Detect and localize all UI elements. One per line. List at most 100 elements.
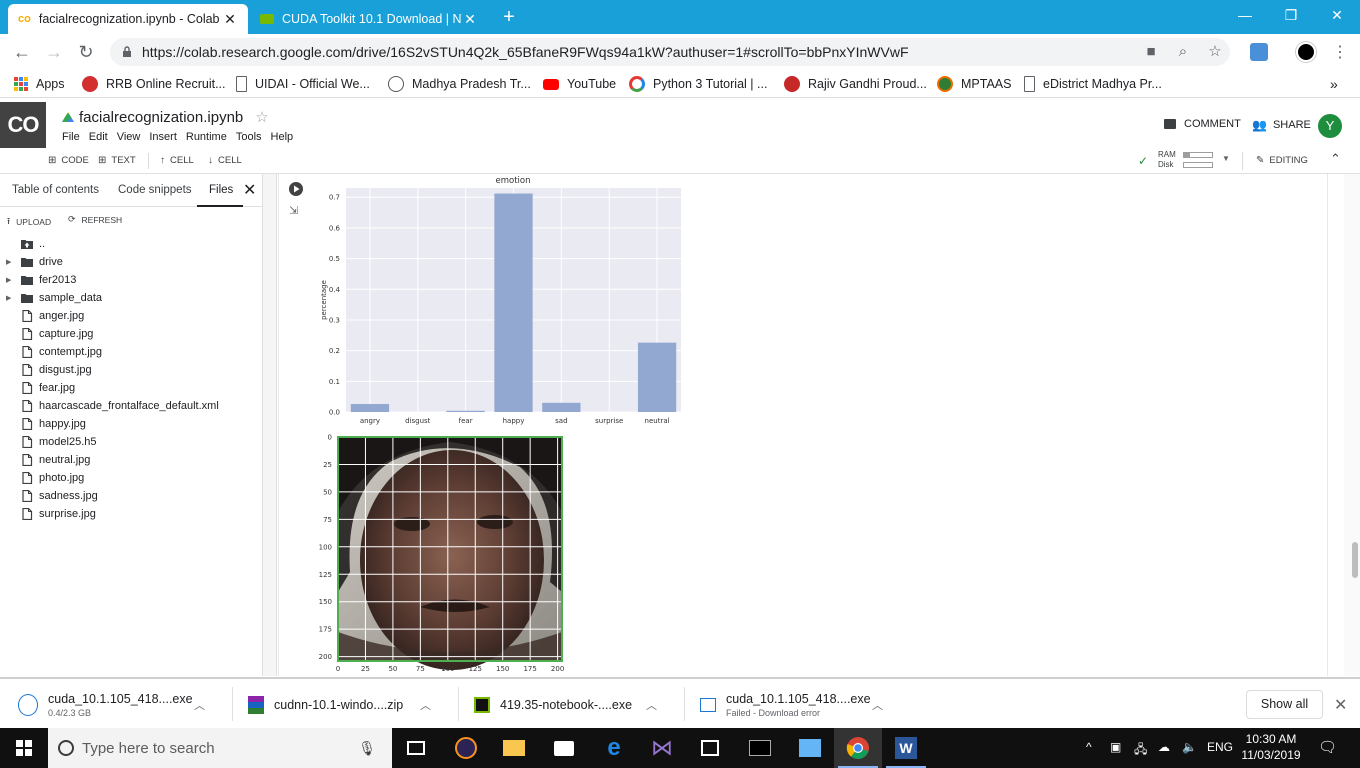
file-row[interactable]: surprise.jpg <box>0 505 262 523</box>
menu-tools[interactable]: Tools <box>236 131 262 143</box>
bookmark-uidai[interactable]: UIDAI - Official We... <box>236 75 370 93</box>
tab-files[interactable]: Files <box>209 184 233 196</box>
file-row[interactable]: neutral.jpg <box>0 451 262 469</box>
runtime-dropdown-icon[interactable]: ▼ <box>1222 154 1230 163</box>
tray-chevron-icon[interactable]: ^ <box>1086 740 1092 754</box>
menu-edit[interactable]: Edit <box>89 131 108 143</box>
profile-avatar[interactable] <box>1296 42 1316 62</box>
expand-caret-icon[interactable]: ▶ <box>6 276 16 284</box>
file-row[interactable]: anger.jpg <box>0 307 262 325</box>
microphone-icon[interactable]: 🎙 <box>358 740 376 757</box>
move-cell-up-button[interactable]: ↑ CELL <box>160 155 194 166</box>
download-item[interactable]: cudnn-10.1-windo....zip ︿ <box>230 679 458 730</box>
download-item[interactable]: cuda_10.1.105_418....exe Failed - Downloa… <box>682 679 910 730</box>
back-button[interactable]: ← <box>10 40 34 64</box>
camera-blocked-icon[interactable]: ■ <box>1142 44 1160 60</box>
add-text-button[interactable]: ⊞ TEXT <box>98 155 136 166</box>
menu-view[interactable]: View <box>117 131 141 143</box>
bookmark-mp-tr[interactable]: Madhya Pradesh Tr... <box>388 75 531 93</box>
output-options-icon[interactable]: ⇲ <box>289 204 298 217</box>
file-row[interactable]: fear.jpg <box>0 379 262 397</box>
chevron-up-icon[interactable]: ︿ <box>420 697 431 713</box>
taskbar-visual-studio[interactable]: ⋈ <box>638 728 686 768</box>
close-window-button[interactable]: ✕ <box>1314 0 1360 30</box>
star-icon[interactable]: ☆ <box>255 108 268 126</box>
side-panel-scrollbar[interactable] <box>263 174 277 676</box>
resource-monitor[interactable]: RAM Disk <box>1158 150 1176 170</box>
bookmark-star-icon[interactable]: ☆ <box>1206 44 1224 60</box>
expand-caret-icon[interactable]: ▶ <box>6 258 16 266</box>
taskbar-control-panel[interactable] <box>786 728 834 768</box>
tray-app-icon[interactable]: ▣ <box>1110 740 1121 754</box>
menu-help[interactable]: Help <box>271 131 294 143</box>
tab-table-of-contents[interactable]: Table of contents <box>12 184 99 196</box>
forward-button[interactable]: → <box>42 40 66 64</box>
taskbar-word[interactable]: W <box>882 728 930 768</box>
chevron-up-icon[interactable]: ︿ <box>872 697 883 713</box>
bookmark-youtube[interactable]: YouTube <box>543 75 616 93</box>
run-cell-button[interactable] <box>289 182 303 196</box>
move-cell-down-button[interactable]: ↓ CELL <box>208 155 242 166</box>
share-button[interactable]: 👥 SHARE <box>1252 118 1311 132</box>
network-icon[interactable]: 🖧 <box>1134 740 1147 761</box>
refresh-button[interactable]: ⟳ REFRESH <box>68 214 122 225</box>
menu-dots-icon[interactable]: ⋮ <box>1332 42 1348 62</box>
bookmark-rgpv[interactable]: Rajiv Gandhi Proud... <box>784 75 927 93</box>
bookmark-mptaas[interactable]: MPTAAS <box>937 75 1011 93</box>
reload-button[interactable]: ↻ <box>74 40 98 64</box>
file-row[interactable]: capture.jpg <box>0 325 262 343</box>
avatar[interactable]: Y <box>1318 114 1342 138</box>
notifications-icon[interactable]: 🗨 <box>1318 738 1337 756</box>
language-indicator[interactable]: ENG <box>1207 740 1233 754</box>
bookmark-python[interactable]: Python 3 Tutorial | ... <box>629 75 767 93</box>
colab-logo[interactable]: CO <box>0 102 46 148</box>
add-code-button[interactable]: ⊞ CODE <box>48 155 89 166</box>
menu-file[interactable]: File <box>62 131 80 143</box>
clock[interactable]: 10:30 AM 11/03/2019 <box>1240 731 1302 763</box>
wifi-icon[interactable]: ☁ <box>1158 740 1170 754</box>
start-button[interactable] <box>0 728 48 768</box>
menu-runtime[interactable]: Runtime <box>186 131 227 143</box>
bookmark-rrb[interactable]: RRB Online Recruit... <box>82 75 225 93</box>
show-all-button[interactable]: Show all <box>1246 690 1323 719</box>
bookmarks-overflow-button[interactable]: » <box>1330 75 1338 93</box>
volume-icon[interactable]: 🔈 <box>1182 740 1197 754</box>
tab-code-snippets[interactable]: Code snippets <box>118 184 192 196</box>
notebook-title[interactable]: facialrecognization.ipynb ☆ <box>62 108 269 126</box>
close-icon[interactable]: ✕ <box>462 11 478 28</box>
close-panel-icon[interactable]: ✕ <box>243 180 256 200</box>
tab-cuda[interactable]: CUDA Toolkit 10.1 Download | NV ✕ <box>250 4 488 34</box>
upload-button[interactable]: ⭱ UPLOAD <box>7 214 51 230</box>
editing-mode-button[interactable]: ✎ EDITING <box>1256 155 1308 166</box>
folder-row[interactable]: ▶ sample_data <box>0 289 262 307</box>
folder-row[interactable]: ▶ fer2013 <box>0 271 262 289</box>
notebook-scroll-thumb[interactable] <box>1352 542 1358 578</box>
tab-colab[interactable]: co facialrecognization.ipynb - Colab ✕ <box>8 4 248 34</box>
taskbar-search[interactable]: Type here to search 🎙 <box>48 728 392 768</box>
file-row[interactable]: model25.h5 <box>0 433 262 451</box>
chevron-up-icon[interactable]: ︿ <box>646 697 657 713</box>
taskbar-edge[interactable]: e <box>590 728 638 768</box>
new-tab-button[interactable]: + <box>498 6 520 28</box>
taskbar-camera[interactable] <box>540 728 588 768</box>
notebook-scrollbar[interactable] <box>1344 174 1360 676</box>
folder-row[interactable]: ▶ drive <box>0 253 262 271</box>
expand-caret-icon[interactable]: ▶ <box>6 294 16 302</box>
extension-icon[interactable] <box>1250 43 1268 61</box>
file-row[interactable]: sadness.jpg <box>0 487 262 505</box>
bookmark-apps[interactable]: Apps <box>14 75 65 93</box>
bookmark-edistrict[interactable]: eDistrict Madhya Pr... <box>1024 75 1162 93</box>
taskbar-eclipse[interactable] <box>442 728 490 768</box>
download-item[interactable]: cuda_10.1.105_418....exe 0.4/2.3 GB ︿ <box>0 679 232 730</box>
close-icon[interactable]: ✕ <box>222 11 238 28</box>
file-row[interactable]: haarcascade_frontalface_default.xml <box>0 397 262 415</box>
close-shelf-icon[interactable]: ✕ <box>1334 695 1347 715</box>
taskbar-terminal[interactable] <box>736 728 784 768</box>
file-row[interactable]: contempt.jpg <box>0 343 262 361</box>
comment-button[interactable]: COMMENT <box>1164 118 1241 130</box>
chevron-up-icon[interactable]: ︿ <box>194 697 205 713</box>
download-item[interactable]: 419.35-notebook-....exe ︿ <box>456 679 684 730</box>
taskbar-store[interactable] <box>686 728 734 768</box>
address-bar[interactable]: https://colab.research.google.com/drive/… <box>110 38 1230 66</box>
minimize-button[interactable]: — <box>1222 0 1268 30</box>
